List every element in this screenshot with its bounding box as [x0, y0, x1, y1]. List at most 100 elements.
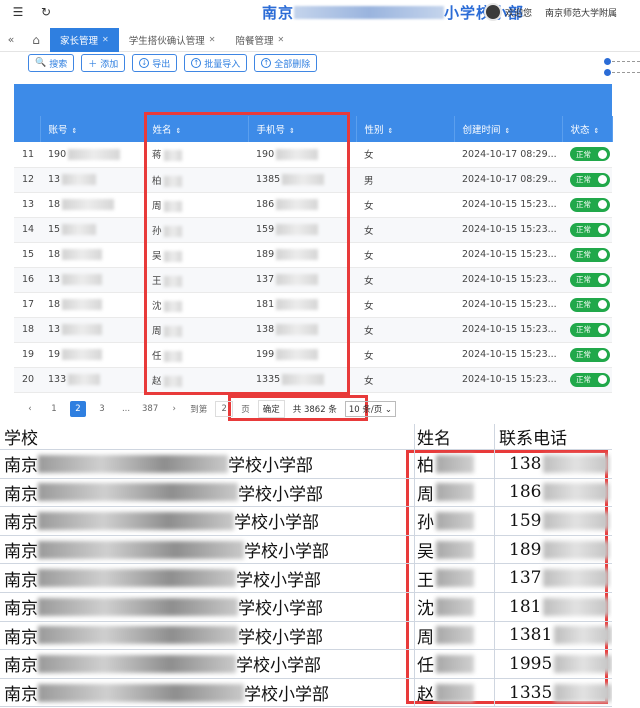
avatar[interactable]: [484, 3, 502, 21]
status-cell: 正常: [562, 192, 612, 218]
export-button[interactable]: ↓ 导出: [132, 54, 178, 72]
download-icon: ↓: [139, 58, 150, 68]
sheet-name-cell: 孙: [414, 507, 492, 535]
status-toggle[interactable]: 正常: [570, 372, 610, 387]
status-cell: 正常: [562, 317, 612, 343]
sheet-phone-cell: 186: [494, 478, 612, 507]
status-toggle[interactable]: 正常: [570, 272, 610, 287]
account-cell: 13: [40, 267, 144, 293]
status-toggle[interactable]: 正常: [570, 147, 610, 162]
status-cell: 正常: [562, 217, 612, 243]
tab-parent-management[interactable]: 家长管理 ✕: [50, 27, 119, 52]
tab-bar: « ⌂ 家长管理 ✕ 学生搭伙确认管理 ✕ 陪餐管理 ✕: [0, 27, 640, 52]
school-name[interactable]: 南京师范大学附属: [545, 6, 617, 19]
col-status[interactable]: 状态 ⇕: [562, 116, 613, 142]
sheet-header-school: 学校: [4, 429, 38, 449]
delete-all-button[interactable]: ↑ 全部删除: [254, 54, 318, 72]
goto-page-input[interactable]: 2: [215, 401, 234, 417]
sort-icon[interactable]: ⇕: [72, 127, 78, 135]
prev-page-button[interactable]: ‹: [22, 401, 38, 417]
gender-cell: 女: [356, 367, 454, 393]
sheet-row: 南京 学校小学部 周 1381: [0, 621, 612, 651]
refresh-icon[interactable]: ↻: [36, 2, 56, 22]
highlight-name-phone: [144, 112, 350, 395]
batch-import-button[interactable]: ↑ 批量导入: [184, 54, 248, 72]
next-page-button[interactable]: ›: [166, 401, 182, 417]
status-cell: 正常: [562, 267, 612, 293]
status-toggle[interactable]: 正常: [570, 297, 610, 312]
add-button[interactable]: ＋添加: [81, 54, 126, 72]
row-index: 12: [14, 167, 40, 193]
page-ellipsis[interactable]: ...: [118, 401, 134, 417]
row-index: 20: [14, 367, 40, 393]
total-count: 共 3862 条: [292, 405, 337, 415]
created-cell: 2024-10-15 15:23...: [454, 192, 562, 218]
page-2[interactable]: 2: [70, 401, 86, 417]
plus-icon: ＋: [88, 59, 98, 70]
sheet-school-cell: 南京 学校小学部: [4, 654, 321, 677]
sheet-school-cell: 南京 学校小学部: [4, 569, 321, 591]
gender-cell: 女: [356, 192, 454, 218]
status-toggle[interactable]: 正常: [570, 197, 610, 212]
gender-cell: 女: [356, 342, 454, 368]
gender-cell: 男: [356, 167, 454, 193]
status-toggle[interactable]: 正常: [570, 322, 610, 337]
status-cell: 正常: [562, 242, 612, 268]
close-icon[interactable]: ✕: [277, 35, 284, 44]
gender-cell: 女: [356, 292, 454, 318]
created-cell: 2024-10-15 15:23...: [454, 367, 562, 393]
account-cell: 19: [40, 342, 144, 368]
sort-icon[interactable]: ⇕: [388, 127, 394, 135]
gender-cell: 女: [356, 242, 454, 268]
sort-icon[interactable]: ⇕: [594, 127, 600, 135]
status-toggle[interactable]: 正常: [570, 247, 610, 262]
col-created[interactable]: 创建时间 ⇕: [454, 116, 563, 142]
row-index: 16: [14, 267, 40, 293]
col-account[interactable]: 账号 ⇕: [40, 116, 145, 142]
divider: [612, 72, 640, 73]
sheet-row: 南京 学校小学部 柏 138: [0, 450, 612, 479]
status-cell: 正常: [562, 167, 612, 193]
sheet-header-phone: 联系电话: [494, 424, 612, 449]
row-index: 15: [14, 242, 40, 268]
created-cell: 2024-10-17 08:29...: [454, 167, 562, 193]
home-icon[interactable]: ⌂: [22, 28, 50, 52]
created-cell: 2024-10-15 15:23...: [454, 292, 562, 318]
collapse-icon[interactable]: «: [0, 33, 22, 46]
sheet-name-cell: 任: [414, 650, 492, 678]
sheet-name-cell: 赵: [414, 678, 492, 707]
sheet-phone-cell: 181: [494, 592, 612, 621]
page-3[interactable]: 3: [94, 401, 110, 417]
menu-icon[interactable]: ☰: [8, 2, 28, 22]
close-icon[interactable]: ✕: [102, 35, 109, 44]
welcome-text: 欢迎您: [505, 9, 533, 19]
page-1[interactable]: 1: [46, 401, 62, 417]
sort-icon[interactable]: ⇕: [505, 127, 511, 135]
col-index: [14, 116, 41, 142]
col-gender[interactable]: 性别 ⇕: [356, 116, 455, 142]
status-toggle[interactable]: 正常: [570, 222, 610, 237]
sheet-phone-cell: 137: [494, 564, 612, 592]
gender-cell: 女: [356, 142, 454, 168]
search-button[interactable]: 🔍 搜索: [28, 54, 75, 72]
sheet-name-cell: 王: [414, 564, 492, 592]
top-bar: ☰ ↻ 南京 小学校小部 欢迎您 南京师范大学附属: [0, 0, 640, 24]
tab-accompany-meal[interactable]: 陪餐管理 ✕: [225, 28, 294, 52]
sheet-row: 南京 学校小学部 孙 159: [0, 507, 612, 536]
confirm-button[interactable]: 确定: [257, 400, 285, 418]
side-handle[interactable]: [604, 58, 612, 80]
sheet-name-cell: 吴: [414, 535, 492, 564]
account-cell: 15: [40, 217, 144, 243]
pagination: ‹ 1 2 3 ... 387 › 到第 2 页 确定 共 3862 条 10 …: [22, 400, 397, 418]
sheet-name-cell: 沈: [414, 592, 492, 621]
close-icon[interactable]: ✕: [209, 35, 216, 44]
created-cell: 2024-10-17 08:29...: [454, 142, 562, 168]
sheet-phone-cell: 1381: [494, 621, 612, 650]
sheet-name-cell: 柏: [414, 450, 492, 478]
status-toggle[interactable]: 正常: [570, 172, 610, 187]
sheet-row: 南京 学校小学部 周 186: [0, 478, 612, 508]
status-toggle[interactable]: 正常: [570, 347, 610, 362]
page-size-select[interactable]: 10 条/页 ⌄: [344, 401, 397, 417]
page-387[interactable]: 387: [142, 401, 158, 417]
tab-student-meal-confirm[interactable]: 学生搭伙确认管理 ✕: [119, 28, 226, 52]
